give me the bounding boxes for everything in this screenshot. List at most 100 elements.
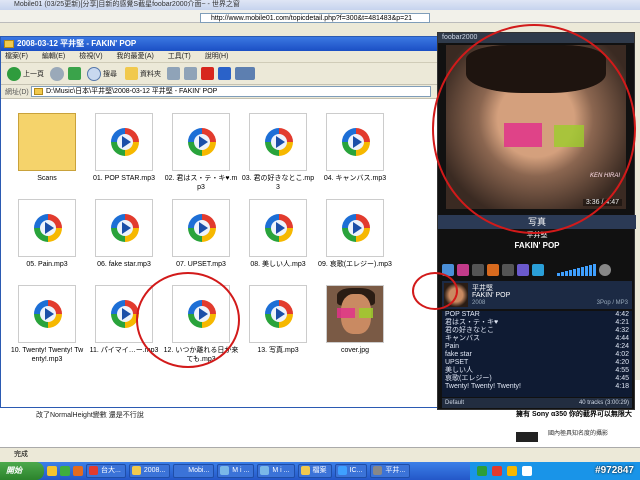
track-duration: 4:42	[615, 311, 629, 318]
taskbar-button-label: IC...	[349, 467, 363, 474]
mp3-file-item[interactable]: 03. 君の好きなとこ.mp3	[240, 113, 316, 199]
move-to-icon[interactable]	[167, 67, 180, 80]
image-file-item[interactable]: cover.jpg	[317, 285, 393, 371]
menu-edit[interactable]: 編輯(E)	[42, 53, 65, 60]
playlist-row[interactable]: 君はス・テ・キ♥ 4:21	[442, 319, 632, 327]
taskbar-button[interactable]: 平井...	[370, 464, 411, 478]
post-text: 改了NormalHeight變數 還是不行說	[36, 412, 144, 419]
browser-menu[interactable]	[0, 10, 10, 23]
app-icon	[260, 466, 270, 475]
playlist-row[interactable]: POP STAR 4:42	[442, 311, 632, 319]
ad-title[interactable]: 擁有 Sony α350 你的截界可以無限大	[516, 410, 636, 419]
playlist: POP STAR 4:42 君はス・テ・キ♥ 4:21 君の好きなとこ 4:32 キャンバス…	[442, 311, 632, 397]
file-name: 07. UPSET.mp3	[176, 261, 226, 268]
mp3-file-item[interactable]: 08. 美しい人.mp3	[240, 199, 316, 285]
play-icon[interactable]	[487, 264, 499, 276]
playlist-row[interactable]: キャンバス 4:44	[442, 335, 632, 343]
taskbar-button[interactable]: Mobi...	[173, 464, 215, 478]
quicklaunch-icon[interactable]	[73, 466, 83, 476]
tray-icon[interactable]	[522, 466, 532, 476]
tray-icon[interactable]	[477, 466, 487, 476]
menu-view[interactable]: 檢視(V)	[79, 53, 102, 60]
next-icon[interactable]	[502, 264, 514, 276]
track-duration: 4:21	[615, 319, 629, 326]
pause-icon[interactable]	[517, 264, 529, 276]
app-icon	[337, 466, 347, 475]
np-album: FAKIN' POP	[472, 292, 511, 299]
forward-button[interactable]	[50, 66, 64, 81]
mp3-file-item[interactable]: 02. 君はス・テ・キ♥.mp3	[163, 113, 239, 199]
np-format: 3Pop / MP3	[596, 300, 628, 306]
tray-icon[interactable]	[492, 466, 502, 476]
views-icon[interactable]	[235, 67, 255, 80]
media-player-icon	[95, 113, 153, 171]
speaker-icon[interactable]	[599, 264, 611, 276]
search-label: 搜尋	[103, 70, 117, 78]
undo-icon[interactable]	[218, 67, 231, 80]
playlist-row[interactable]: Pain 4:24	[442, 343, 632, 351]
mp3-file-item[interactable]: 01. POP STAR.mp3	[86, 113, 162, 199]
track-title: fake star	[445, 351, 472, 358]
up-folder-icon[interactable]	[68, 67, 81, 80]
back-button[interactable]: 上一頁	[5, 66, 46, 82]
explorer-title-bar[interactable]: 2008-03-12 平井堅 - FAKIN' POP	[1, 37, 439, 51]
file-name: Scans	[37, 175, 57, 182]
mp3-file-item[interactable]: 10. Twenty! Twenty! Twenty!.mp3	[9, 285, 85, 371]
browser-status-bar: 完成	[0, 447, 640, 462]
playlist-row[interactable]: fake star 4:02	[442, 351, 632, 359]
taskbar-button[interactable]: IC...	[334, 464, 368, 478]
quicklaunch-icon[interactable]	[60, 466, 70, 476]
media-player-icon	[249, 113, 307, 171]
playlist-row[interactable]: Twenty! Twenty! Twenty! 4:18	[442, 383, 632, 391]
playlist-name[interactable]: Default	[445, 398, 464, 408]
taskbar-button[interactable]: 台大...	[86, 464, 126, 478]
taskbar-button[interactable]: M i ...	[217, 464, 255, 478]
menu-help[interactable]: 說明(H)	[205, 53, 229, 60]
search-icon	[87, 66, 101, 81]
mp3-file-item[interactable]: 06. fake star.mp3	[86, 199, 162, 285]
taskbar-button[interactable]: 檔案	[297, 464, 332, 478]
search-icon[interactable]	[457, 264, 469, 276]
mp3-file-item[interactable]: 05. Pain.mp3	[9, 199, 85, 285]
track-duration: 4:44	[615, 335, 629, 342]
folders-button[interactable]: 資料夾	[123, 66, 163, 81]
mp3-file-item[interactable]: 07. UPSET.mp3	[163, 199, 239, 285]
browser-address-bar[interactable]: http://www.mobile01.com/topicdetail.php?…	[200, 13, 430, 23]
explorer-address-input[interactable]: D:\Music\日本\平井堅\2008-03-12 平井堅 - FAKIN' …	[31, 86, 431, 97]
taskbar-button[interactable]: 2008...	[128, 464, 171, 478]
playlist-row[interactable]: 美しい人 4:55	[442, 367, 632, 375]
playlist-row[interactable]: UPSET 4:20	[442, 359, 632, 367]
playback-controls	[442, 263, 632, 277]
volume-meter[interactable]	[557, 264, 596, 276]
explorer-title: 2008-03-12 平井堅 - FAKIN' POP	[17, 39, 137, 48]
start-button[interactable]: 開始	[0, 462, 44, 480]
menu-tools[interactable]: 工具(T)	[168, 53, 191, 60]
taskbar-button[interactable]: M i ...	[257, 464, 295, 478]
tray-icon[interactable]	[507, 466, 517, 476]
folder-item[interactable]: Scans	[9, 113, 85, 199]
app-icon	[176, 466, 186, 475]
playlist-row[interactable]: 哀歌(エレジー) 4:45	[442, 375, 632, 383]
taskbar-button-label: M i ...	[272, 467, 290, 474]
ad-small-text: 國內極具知名度的攝影	[548, 431, 609, 437]
shuffle-icon[interactable]	[532, 264, 544, 276]
taskbar-button-label: 檔案	[312, 467, 327, 474]
track-duration: 4:45	[615, 375, 629, 382]
menu-favorites[interactable]: 我的最愛(A)	[117, 53, 154, 60]
file-name: 13. 写真.mp3	[257, 347, 299, 354]
track-title: Twenty! Twenty! Twenty!	[445, 383, 521, 390]
copy-to-icon[interactable]	[184, 67, 197, 80]
mp3-file-item[interactable]: 04. キャンバス.mp3	[317, 113, 393, 199]
delete-icon[interactable]	[201, 67, 214, 80]
file-name: 04. キャンバス.mp3	[323, 175, 387, 182]
sony-logo[interactable]	[516, 432, 538, 442]
prev-icon[interactable]	[472, 264, 484, 276]
quicklaunch-icon[interactable]	[47, 466, 57, 476]
taskbar-button-label: Mobi...	[188, 467, 210, 474]
playlist-row[interactable]: 君の好きなとこ 4:32	[442, 327, 632, 335]
mp3-file-item[interactable]: 09. 哀歌(エレジー).mp3	[317, 199, 393, 285]
menu-file[interactable]: 檔案(F)	[5, 53, 28, 60]
search-button[interactable]: 搜尋	[85, 66, 119, 82]
track-title: POP STAR	[445, 311, 480, 318]
mp3-file-item[interactable]: 13. 写真.mp3	[240, 285, 316, 371]
